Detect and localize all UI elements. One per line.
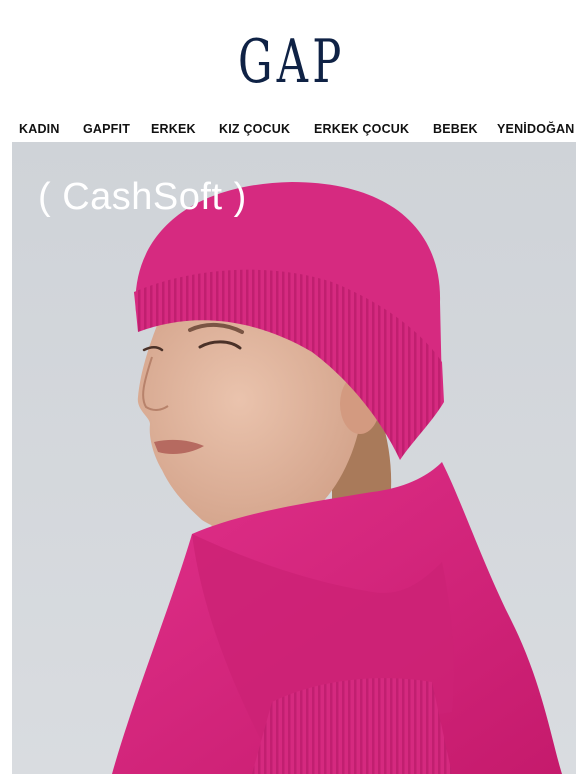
hero-image: [12, 142, 576, 774]
hero-title: ( CashSoft ): [38, 176, 247, 218]
logo-wordmark: GAP: [238, 27, 346, 97]
email-header: GAP: [0, 0, 580, 112]
nav-item-erkek-cocuk[interactable]: ERKEK ÇOCUK: [314, 122, 409, 136]
nav-item-kiz-cocuk[interactable]: KIZ ÇOCUK: [219, 122, 290, 136]
nav-item-erkek[interactable]: ERKEK: [151, 122, 196, 136]
category-nav: KADIN GAPFIT ERKEK KIZ ÇOCUK ERKEK ÇOCUK…: [0, 116, 580, 142]
hero-banner[interactable]: ( CashSoft ): [12, 142, 576, 774]
gap-logo[interactable]: GAP: [234, 20, 350, 104]
nav-item-kadin[interactable]: KADIN: [19, 122, 60, 136]
nav-item-gapfit[interactable]: GAPFIT: [83, 122, 130, 136]
nav-item-bebek[interactable]: BEBEK: [433, 122, 478, 136]
nav-item-yenidogan[interactable]: YENİDOĞAN: [497, 122, 575, 136]
